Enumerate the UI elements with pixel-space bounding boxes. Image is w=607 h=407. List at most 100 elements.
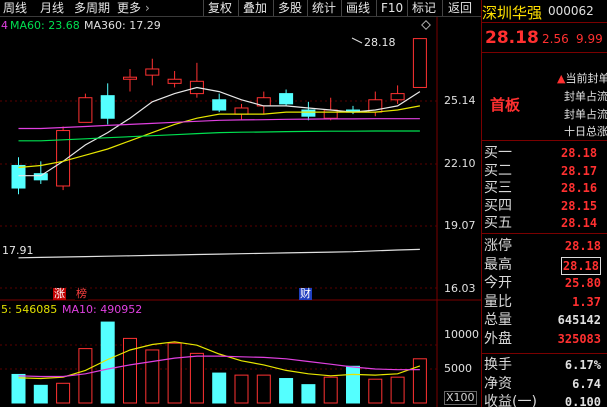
stat-value: 1.37: [572, 294, 601, 309]
volume-bar: [100, 321, 115, 404]
stock-name: 深圳华强: [482, 4, 543, 22]
back-button[interactable]: 返回: [448, 0, 472, 16]
volume-unit-button[interactable]: X100: [444, 391, 477, 405]
seal-note: ▲当前封单: [557, 70, 607, 86]
volume-bar: [256, 374, 271, 404]
kline-chart[interactable]: 4 MA60: 23.68 MA360: 17.29 28.18 17.91 2…: [0, 17, 481, 407]
volume-bar: [11, 373, 26, 404]
volume-bar: [167, 342, 182, 404]
stat-label: 涨停: [484, 238, 512, 254]
volume-bar: [412, 358, 427, 404]
draw-line-button[interactable]: 画线: [346, 0, 370, 16]
quote-panel: 深圳华强 000062 28.18 2.56 9.99 ▲当前封单 首板 封单占…: [481, 0, 607, 407]
bid-level-label: 买五: [484, 215, 512, 231]
seal-note: 封单占流: [564, 90, 607, 103]
candle-body: [33, 173, 48, 181]
candle-body: [212, 99, 227, 111]
price-tick: 22.10: [444, 157, 476, 170]
bid-level-label: 买四: [484, 197, 512, 214]
price-tick: 16.03: [444, 282, 476, 295]
board-label: 首板: [490, 96, 521, 114]
stat-value: 28.18: [564, 239, 601, 253]
stat-value: 25.80: [564, 276, 601, 290]
ma360-line: [18, 248, 420, 259]
chart-toolbar: 周线 月线 多周期 更多 › 复权 叠加 多股 统计 画线 F10 标记 返回: [0, 0, 481, 17]
more-arrow-icon[interactable]: ›: [145, 0, 150, 16]
statistics-button[interactable]: 统计: [312, 0, 336, 16]
candle-body: [323, 109, 338, 119]
stock-code: 000062: [548, 4, 594, 18]
seal-note: 十日总涨: [564, 125, 607, 138]
bid-level-label: 买一: [484, 145, 512, 161]
seal-note-text: 当前封单: [565, 72, 607, 85]
volume-bar: [301, 384, 316, 404]
stat-value: 325083: [557, 331, 601, 346]
bid-level-price: 28.16: [561, 181, 598, 195]
volume-bar: [212, 372, 227, 404]
diamond-icon[interactable]: [421, 20, 431, 30]
bid-level-price: 28.18: [561, 146, 598, 160]
volume-bar: [56, 382, 71, 404]
volume-bar: [189, 352, 204, 404]
price-change-pct: 9.99: [576, 32, 603, 46]
event-tag-limit-up[interactable]: 涨: [53, 288, 66, 300]
candle-body: [279, 93, 294, 105]
fuquan-button[interactable]: 复权: [208, 0, 232, 16]
stat-value: 0.100: [564, 395, 601, 407]
high-pointer-icon: [351, 37, 363, 44]
candle-body: [390, 93, 405, 101]
price-tick: 25.14: [444, 94, 476, 107]
candle-body: [234, 107, 249, 115]
volume-bar: [323, 376, 338, 404]
tab-multi-period[interactable]: 多周期: [74, 0, 110, 16]
event-tag-list[interactable]: 榜: [75, 288, 88, 300]
overlay-button[interactable]: 叠加: [243, 0, 267, 16]
stat-label: 净资: [484, 375, 512, 392]
kline-chart-svg: [0, 17, 481, 407]
tab-weekly[interactable]: 周线: [3, 0, 27, 16]
high-price-label: 28.18: [364, 36, 396, 49]
price-tick: 19.07: [444, 219, 476, 232]
volume-bar: [234, 374, 249, 404]
stat-value: 6.74: [572, 376, 601, 391]
mark-button[interactable]: 标记: [412, 0, 436, 16]
stat-value: 645142: [557, 313, 601, 327]
volume-bar: [33, 384, 48, 404]
ma60-line: [18, 130, 420, 142]
candle-body: [100, 95, 115, 119]
candle-body: [123, 76, 137, 80]
tab-more[interactable]: 更多: [117, 0, 141, 16]
volume-bar: [279, 378, 294, 404]
bid-level-label: 买二: [484, 162, 512, 179]
volume-bar: [368, 378, 383, 404]
bid-level-label: 买三: [484, 180, 512, 196]
bid-level-price: 28.17: [561, 163, 598, 178]
candle-body: [145, 68, 160, 76]
volume-bar: [78, 348, 93, 404]
candle-body: [412, 38, 427, 88]
tab-monthly[interactable]: 月线: [40, 0, 64, 16]
candle-body: [78, 97, 93, 123]
volume-bar: [145, 349, 160, 404]
ma60-label: MA60: 23.68: [10, 19, 80, 32]
event-tag-finance[interactable]: 财: [299, 288, 312, 300]
left-marker: 4: [1, 19, 8, 32]
f10-button[interactable]: F10: [381, 0, 403, 16]
stat-label: 量比: [484, 293, 512, 310]
vol-ma5-label: 5: 546085: [1, 303, 58, 316]
stat-value: 28.18: [560, 256, 601, 275]
price-change: 2.56: [542, 32, 569, 46]
ma360-value-label: 17.91: [2, 244, 34, 257]
bid-level-price: 28.14: [561, 216, 598, 230]
seal-note: 封单占流: [564, 108, 607, 121]
stat-label: 换手: [484, 357, 512, 373]
stat-label: 外盘: [484, 330, 512, 347]
stat-label: 收益(一): [484, 394, 537, 407]
stat-label: 今开: [484, 275, 512, 291]
candle-body: [301, 109, 316, 117]
volume-bar: [390, 376, 405, 404]
volume-tick: 5000: [444, 362, 472, 375]
multi-stock-button[interactable]: 多股: [278, 0, 302, 16]
bid-level-price: 28.15: [561, 198, 598, 213]
volume-tick: 10000: [444, 328, 479, 341]
